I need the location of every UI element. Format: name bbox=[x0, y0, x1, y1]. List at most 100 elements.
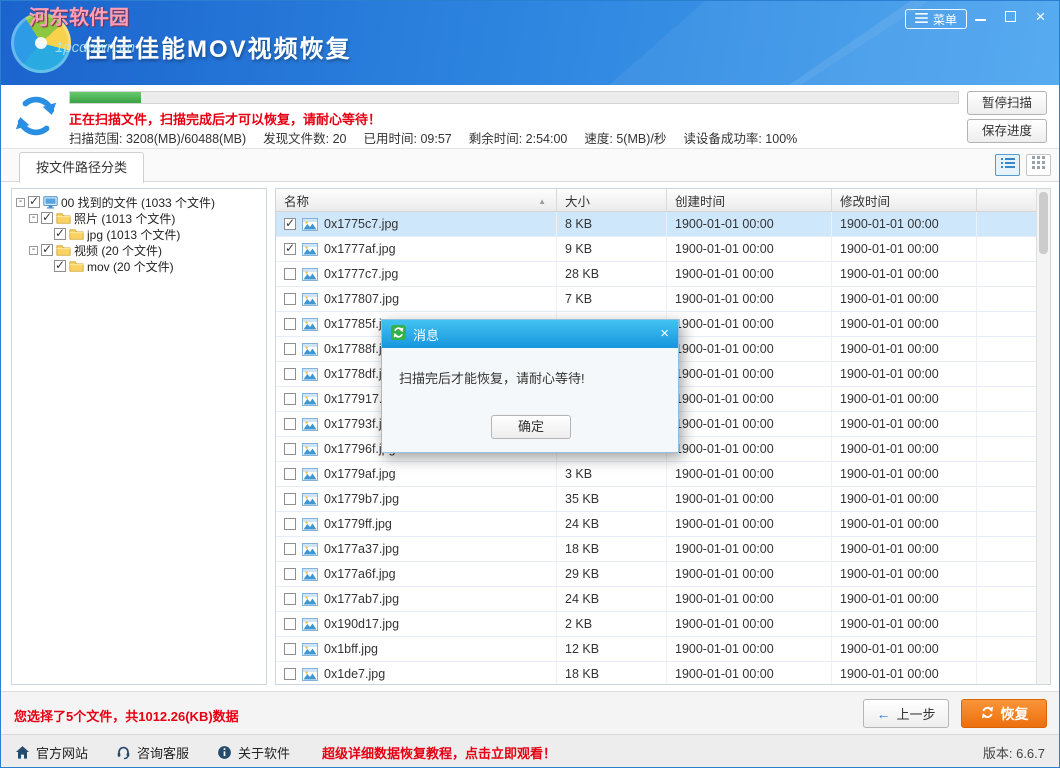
footer-link[interactable]: 关于软件 bbox=[217, 743, 290, 762]
file-row[interactable]: 0x177ab7.jpg24 KB1900-01-01 00:001900-01… bbox=[276, 587, 1036, 612]
file-row[interactable]: 0x1777c7.jpg28 KB1900-01-01 00:001900-01… bbox=[276, 262, 1036, 287]
file-row[interactable]: 0x177a37.jpg18 KB1900-01-01 00:001900-01… bbox=[276, 537, 1036, 562]
file-checkbox[interactable] bbox=[284, 318, 296, 330]
scrollbar-thumb[interactable] bbox=[1039, 192, 1048, 254]
dialog-titlebar: 消息 × bbox=[382, 320, 678, 348]
file-row[interactable]: 0x177807.jpg7 KB1900-01-01 00:001900-01-… bbox=[276, 287, 1036, 312]
tree-checkbox[interactable] bbox=[41, 244, 53, 256]
grid-view-button[interactable] bbox=[1026, 154, 1051, 176]
column-header-empty bbox=[977, 189, 1036, 211]
file-checkbox[interactable] bbox=[284, 393, 296, 405]
tutorial-promo-link[interactable]: 超级详细数据恢复教程，点击立即观看！ bbox=[322, 743, 556, 762]
file-row[interactable]: 0x1779ff.jpg24 KB1900-01-01 00:001900-01… bbox=[276, 512, 1036, 537]
image-file-icon bbox=[302, 418, 318, 431]
tab-classify-by-path[interactable]: 按文件路径分类 bbox=[19, 152, 144, 183]
footer: 官方网站咨询客服关于软件 超级详细数据恢复教程，点击立即观看！ 版本: 6.6.… bbox=[1, 734, 1059, 768]
recover-button[interactable]: 恢复 bbox=[961, 699, 1047, 728]
file-extra-cell bbox=[977, 487, 1036, 512]
vertical-scrollbar[interactable] bbox=[1036, 189, 1050, 684]
tree-item[interactable]: -照片 (1013 个文件) bbox=[12, 210, 266, 226]
file-checkbox[interactable] bbox=[284, 368, 296, 380]
collapse-icon[interactable]: - bbox=[29, 214, 38, 223]
file-checkbox[interactable] bbox=[284, 668, 296, 680]
column-label: 创建时间 bbox=[675, 191, 725, 210]
dialog-message: 扫描完后才能恢复，请耐心等待! bbox=[382, 348, 678, 387]
file-checkbox[interactable] bbox=[284, 643, 296, 655]
file-modified: 1900-01-01 00:00 bbox=[832, 237, 977, 262]
collapse-icon[interactable]: - bbox=[16, 198, 25, 207]
file-checkbox[interactable] bbox=[284, 268, 296, 280]
tree-item[interactable]: -00 找到的文件 (1033 个文件) bbox=[12, 194, 266, 210]
file-row[interactable]: 0x1779af.jpg3 KB1900-01-01 00:001900-01-… bbox=[276, 462, 1036, 487]
tree-checkbox[interactable] bbox=[28, 196, 40, 208]
image-file-icon bbox=[302, 468, 318, 481]
column-header-modified[interactable]: 修改时间 bbox=[832, 189, 977, 211]
folder-tree: -00 找到的文件 (1033 个文件)-照片 (1013 个文件)jpg (1… bbox=[11, 188, 267, 685]
column-header-created[interactable]: 创建时间 bbox=[667, 189, 832, 211]
tree-checkbox[interactable] bbox=[54, 228, 66, 240]
minimize-button[interactable] bbox=[974, 10, 987, 23]
file-row[interactable]: 0x190d17.jpg2 KB1900-01-01 00:001900-01-… bbox=[276, 612, 1036, 637]
file-checkbox[interactable] bbox=[284, 618, 296, 630]
file-row[interactable]: 0x1777af.jpg9 KB1900-01-01 00:001900-01-… bbox=[276, 237, 1036, 262]
computer-icon bbox=[43, 196, 58, 209]
file-modified: 1900-01-01 00:00 bbox=[832, 537, 977, 562]
file-size: 29 KB bbox=[557, 562, 667, 587]
file-row[interactable]: 0x177a6f.jpg29 KB1900-01-01 00:001900-01… bbox=[276, 562, 1036, 587]
file-checkbox[interactable] bbox=[284, 493, 296, 505]
save-progress-button[interactable]: 保存进度 bbox=[967, 119, 1047, 143]
file-checkbox[interactable] bbox=[284, 468, 296, 480]
file-row[interactable]: 0x1779b7.jpg35 KB1900-01-01 00:001900-01… bbox=[276, 487, 1036, 512]
footer-link[interactable]: 咨询客服 bbox=[116, 743, 189, 762]
file-created: 1900-01-01 00:00 bbox=[667, 212, 832, 237]
file-checkbox[interactable] bbox=[284, 418, 296, 430]
collapse-icon[interactable]: - bbox=[29, 246, 38, 255]
scan-stat: 剩余时间: 2:54:00 bbox=[469, 128, 568, 147]
file-row[interactable]: 0x1de7.jpg18 KB1900-01-01 00:001900-01-0… bbox=[276, 662, 1036, 684]
tree-item[interactable]: mov (20 个文件) bbox=[12, 258, 266, 274]
file-modified: 1900-01-01 00:00 bbox=[832, 312, 977, 337]
file-modified: 1900-01-01 00:00 bbox=[832, 662, 977, 684]
file-created: 1900-01-01 00:00 bbox=[667, 312, 832, 337]
list-view-button[interactable] bbox=[995, 154, 1020, 176]
file-checkbox[interactable] bbox=[284, 343, 296, 355]
tree-checkbox[interactable] bbox=[41, 212, 53, 224]
file-extra-cell bbox=[977, 637, 1036, 662]
pause-scan-button[interactable]: 暂停扫描 bbox=[967, 91, 1047, 115]
file-checkbox[interactable] bbox=[284, 293, 296, 305]
file-extra-cell bbox=[977, 562, 1036, 587]
message-icon bbox=[391, 325, 406, 343]
file-checkbox[interactable] bbox=[284, 593, 296, 605]
footer-link[interactable]: 官方网站 bbox=[15, 743, 88, 762]
menu-button[interactable]: 菜单 bbox=[905, 9, 967, 29]
selection-info: 您选择了5个文件，共1012.26(KB)数据 bbox=[14, 706, 239, 725]
tree-item[interactable]: -视频 (20 个文件) bbox=[12, 242, 266, 258]
file-modified: 1900-01-01 00:00 bbox=[832, 512, 977, 537]
file-created: 1900-01-01 00:00 bbox=[667, 237, 832, 262]
file-extra-cell bbox=[977, 337, 1036, 362]
file-row[interactable]: 0x1bff.jpg12 KB1900-01-01 00:001900-01-0… bbox=[276, 637, 1036, 662]
footer-link-label: 官方网站 bbox=[36, 743, 88, 762]
dialog-close-button[interactable]: × bbox=[660, 327, 669, 341]
sort-ascending-icon: ▲ bbox=[538, 197, 546, 206]
file-checkbox[interactable] bbox=[284, 518, 296, 530]
dialog-ok-button[interactable]: 确定 bbox=[491, 415, 571, 439]
tree-item[interactable]: jpg (1013 个文件) bbox=[12, 226, 266, 242]
close-button[interactable]: × bbox=[1034, 10, 1047, 23]
file-created: 1900-01-01 00:00 bbox=[667, 387, 832, 412]
file-name: 0x1779ff.jpg bbox=[324, 517, 392, 531]
file-checkbox[interactable] bbox=[284, 443, 296, 455]
previous-step-button[interactable]: ← 上一步 bbox=[863, 699, 949, 728]
file-checkbox[interactable] bbox=[284, 218, 296, 230]
file-row[interactable]: 0x1775c7.jpg8 KB1900-01-01 00:001900-01-… bbox=[276, 212, 1036, 237]
file-name-cell: 0x177ab7.jpg bbox=[276, 587, 557, 612]
tree-item-label: jpg (1013 个文件) bbox=[87, 226, 180, 243]
file-checkbox[interactable] bbox=[284, 568, 296, 580]
file-checkbox[interactable] bbox=[284, 243, 296, 255]
maximize-button[interactable] bbox=[1004, 10, 1017, 23]
file-checkbox[interactable] bbox=[284, 543, 296, 555]
tree-checkbox[interactable] bbox=[54, 260, 66, 272]
column-header-size[interactable]: 大小 bbox=[557, 189, 667, 211]
scan-buttons: 暂停扫描 保存进度 bbox=[967, 91, 1047, 143]
column-header-name[interactable]: 名称 ▲ bbox=[276, 189, 557, 211]
